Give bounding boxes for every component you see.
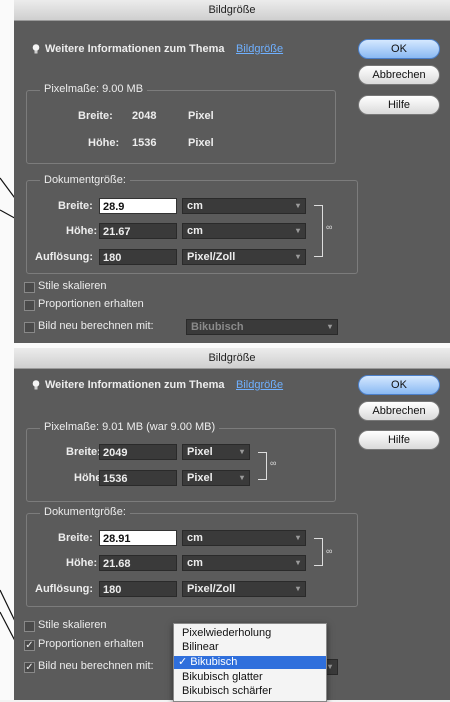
scale-styles-label: Stile skalieren — [38, 619, 107, 631]
doc-height-unit-select[interactable]: cm ▾ — [182, 223, 306, 239]
doc-width-unit-select[interactable]: cm ▾ — [182, 530, 306, 546]
menu-item-nearest[interactable]: Pixelwiederholung — [174, 627, 326, 640]
doc-height-input[interactable]: 21.67 — [99, 223, 177, 239]
chevron-down-icon: ▾ — [239, 447, 244, 456]
resample-checkbox[interactable] — [24, 322, 35, 333]
check-icon: ✓ — [178, 656, 188, 668]
menu-item-bicubic[interactable]: ✓ Bikubisch — [174, 656, 326, 669]
constrain-proportions-label: Proportionen erhalten — [38, 298, 144, 310]
scale-styles-label: Stile skalieren — [38, 280, 107, 292]
resolution-unit-value: Pixel/Zoll — [187, 251, 236, 263]
link-bracket — [258, 452, 267, 480]
link-bracket — [314, 538, 323, 566]
resample-method-value: Bikubisch — [191, 321, 244, 333]
resample-method-menu: Pixelwiederholung Bilinear ✓ Bikubisch B… — [173, 623, 327, 702]
resample-label: Bild neu berechnen mit: — [38, 320, 154, 332]
chevron-down-icon: ▾ — [295, 252, 300, 261]
scale-styles-checkbox[interactable] — [24, 621, 35, 632]
pixel-width-unit: Pixel — [188, 110, 214, 122]
resolution-label: Auflösung: — [35, 583, 94, 595]
help-button[interactable]: Hilfe — [358, 430, 440, 450]
pixel-height-value: 1536 — [132, 137, 157, 149]
resolution-input[interactable]: 180 — [99, 581, 177, 597]
chain-link-icon: ∞ — [326, 546, 333, 556]
constrain-proportions-checkbox[interactable]: ✓ — [24, 640, 35, 651]
resample-label: Bild neu berechnen mit: — [38, 660, 154, 672]
menu-item-bilinear[interactable]: Bilinear — [174, 641, 326, 654]
doc-width-unit-value: cm — [187, 532, 203, 544]
pixel-height-label: Höhe: — [88, 137, 120, 149]
chevron-down-icon: ▾ — [295, 558, 300, 567]
ok-button[interactable]: OK — [358, 39, 440, 59]
constrain-proportions-checkbox[interactable] — [24, 300, 35, 311]
info-text: Weitere Informationen zum Thema — [45, 43, 225, 55]
pixel-height-unit-select[interactable]: Pixel ▾ — [182, 470, 250, 486]
image-size-dialog-before: Bildgröße Weitere Informationen zum Them… — [14, 0, 450, 343]
pixel-width-unit-value: Pixel — [187, 446, 213, 458]
scale-styles-checkbox[interactable] — [24, 282, 35, 293]
chevron-down-icon: ▾ — [239, 473, 244, 482]
pixel-height-unit-value: Pixel — [187, 472, 213, 484]
pixel-width-unit-select[interactable]: Pixel ▾ — [182, 444, 250, 460]
doc-height-unit-value: cm — [187, 557, 203, 569]
menu-item-bicubic-sharper[interactable]: Bikubisch schärfer — [174, 685, 326, 698]
chain-link-icon: ∞ — [270, 458, 277, 468]
chevron-down-icon: ▾ — [295, 533, 300, 542]
pixel-height-unit: Pixel — [188, 137, 214, 149]
dialog-title: Bildgröße — [14, 0, 450, 21]
resolution-unit-select[interactable]: Pixel/Zoll ▾ — [182, 249, 306, 265]
pixel-width-input[interactable]: 2049 — [99, 444, 177, 460]
chain-link-icon: ∞ — [326, 222, 333, 232]
chevron-down-icon: ▾ — [327, 322, 332, 331]
cancel-button[interactable]: Abbrechen — [358, 65, 440, 85]
document-size-legend: Dokumentgröße: — [40, 174, 130, 186]
resolution-unit-value: Pixel/Zoll — [187, 583, 236, 595]
link-bracket — [314, 205, 323, 257]
doc-height-unit-select[interactable]: cm ▾ — [182, 555, 306, 571]
doc-height-label: Höhe: — [66, 225, 98, 237]
doc-height-label: Höhe: — [66, 557, 98, 569]
info-link[interactable]: Bildgröße — [236, 379, 283, 391]
chevron-down-icon: ▾ — [295, 201, 300, 210]
lightbulb-icon — [32, 44, 40, 54]
help-button[interactable]: Hilfe — [358, 95, 440, 115]
doc-width-label: Breite: — [58, 200, 93, 212]
doc-width-input[interactable]: 28.9 — [99, 198, 177, 214]
pixel-height-input[interactable]: 1536 — [99, 470, 177, 486]
resolution-input[interactable]: 180 — [99, 249, 177, 265]
resample-method-select[interactable]: Bikubisch ▾ — [186, 319, 338, 335]
chevron-down-icon: ▾ — [295, 584, 300, 593]
constrain-proportions-label: Proportionen erhalten — [38, 638, 144, 650]
pixel-width-label: Breite: — [78, 110, 113, 122]
chevron-down-icon: ▾ — [295, 226, 300, 235]
doc-height-input[interactable]: 21.68 — [99, 555, 177, 571]
lightbulb-icon — [32, 380, 40, 390]
info-text: Weitere Informationen zum Thema — [45, 379, 225, 391]
pixel-dimensions-legend: Pixelmaße: 9.01 MB (war 9.00 MB) — [40, 421, 220, 433]
resolution-label: Auflösung: — [35, 251, 94, 263]
pixel-dimensions-group — [26, 428, 336, 502]
resolution-unit-select[interactable]: Pixel/Zoll ▾ — [182, 581, 306, 597]
doc-width-unit-value: cm — [187, 200, 203, 212]
menu-item-bicubic-smoother[interactable]: Bikubisch glatter — [174, 671, 326, 684]
doc-width-unit-select[interactable]: cm ▾ — [182, 198, 306, 214]
document-size-legend: Dokumentgröße: — [40, 506, 130, 518]
pixel-width-value: 2048 — [132, 110, 157, 122]
doc-width-input[interactable]: 28.91 — [99, 530, 177, 546]
menu-item-bicubic-label: Bikubisch — [190, 656, 238, 668]
dialog-title: Bildgröße — [14, 348, 450, 369]
doc-width-label: Breite: — [58, 532, 93, 544]
doc-height-unit-value: cm — [187, 225, 203, 237]
pixel-dimensions-group — [26, 90, 336, 164]
chevron-down-icon: ▾ — [327, 662, 332, 671]
pixel-width-label: Breite: — [66, 446, 101, 458]
pixel-dimensions-legend: Pixelmaße: 9.00 MB — [40, 83, 148, 95]
ok-button[interactable]: OK — [358, 375, 440, 395]
info-link[interactable]: Bildgröße — [236, 43, 283, 55]
resample-checkbox[interactable]: ✓ — [24, 662, 35, 673]
cancel-button[interactable]: Abbrechen — [358, 401, 440, 421]
